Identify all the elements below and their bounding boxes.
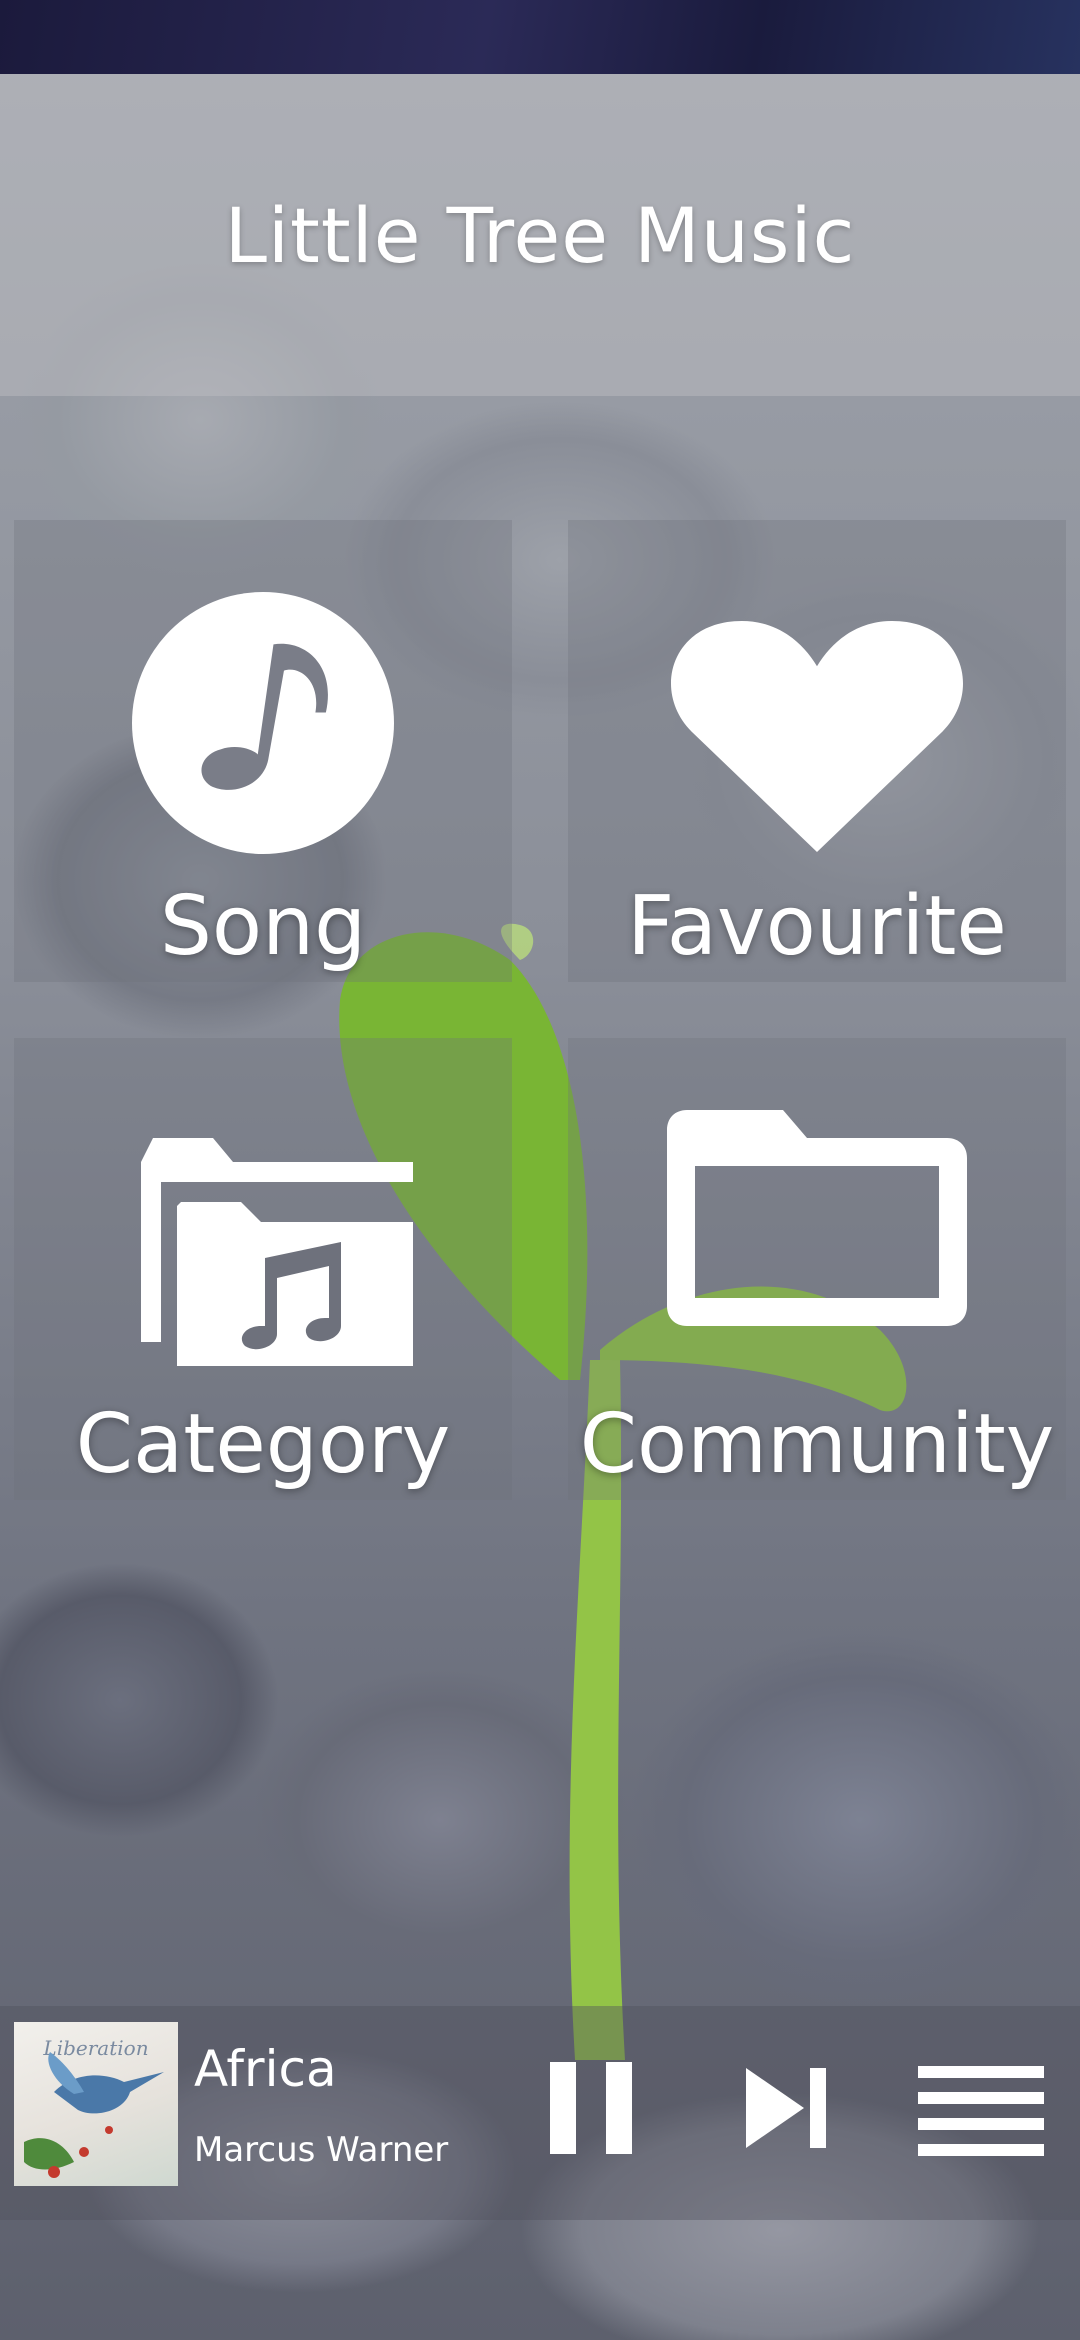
menu-tile-label: Community (579, 1397, 1055, 1492)
menu-tile-label: Song (159, 879, 367, 974)
menu-tile-community[interactable]: Community (568, 1038, 1066, 1500)
app-title: Little Tree Music (224, 190, 856, 280)
menu-tile-label: Favourite (627, 879, 1007, 974)
skip-next-icon[interactable] (742, 2062, 834, 2154)
hummingbird-icon (24, 2052, 164, 2178)
track-title: Africa (194, 2040, 337, 2098)
music-note-icon (132, 592, 394, 854)
menu-tile-label: Category (75, 1397, 451, 1492)
status-bar (0, 0, 1080, 74)
menu-tile-category[interactable]: Category (14, 1038, 512, 1500)
menu-tile-song[interactable]: Song (14, 520, 512, 982)
folder-icon (667, 1110, 967, 1326)
album-art[interactable]: Liberation (14, 2022, 178, 2186)
track-artist: Marcus Warner (194, 2130, 449, 2170)
music-folder-icon (141, 1138, 413, 1366)
menu-tile-favourite[interactable]: Favourite (568, 520, 1066, 982)
now-playing-bar[interactable]: Liberation Africa Marcus Warner (0, 2006, 1080, 2220)
header: Little Tree Music (0, 74, 1080, 396)
pause-icon[interactable] (548, 2058, 638, 2158)
hamburger-menu-icon[interactable] (916, 2062, 1046, 2158)
heart-icon (670, 621, 964, 852)
